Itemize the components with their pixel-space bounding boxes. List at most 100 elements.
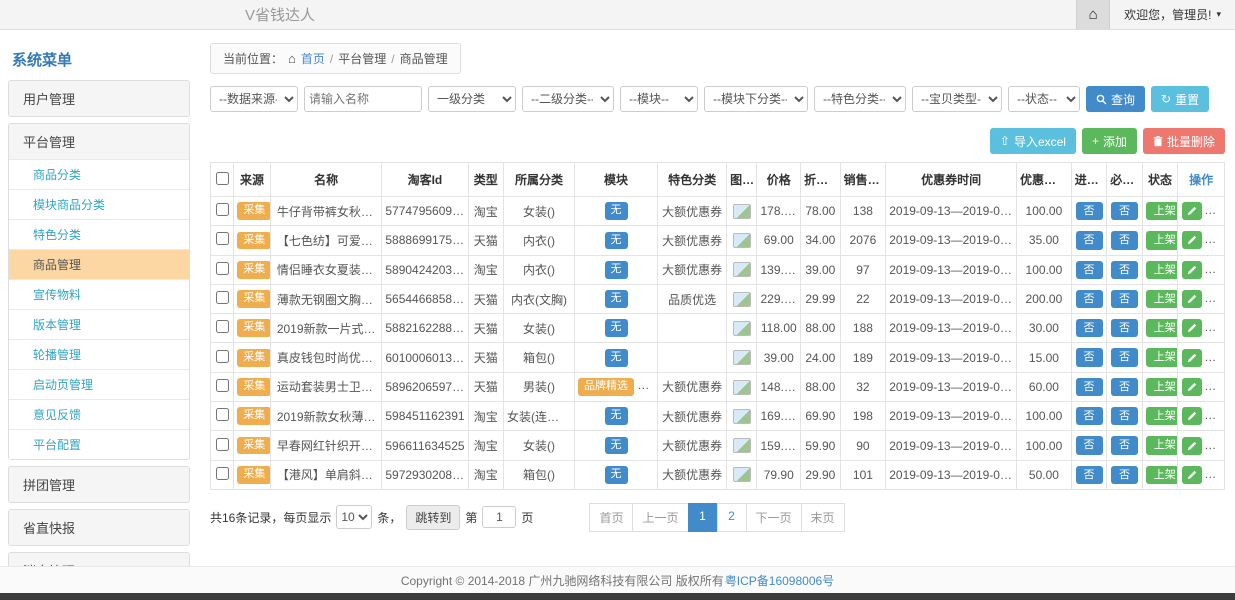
page-button-next[interactable]: 下一页 <box>746 503 802 532</box>
page-button-last[interactable]: 末页 <box>801 503 845 532</box>
row-checkbox[interactable] <box>216 379 229 392</box>
import-excel-button[interactable]: ⇧ 导入excel <box>990 128 1076 154</box>
level2-category-filter[interactable]: --二级分类-- <box>522 86 614 112</box>
import-select-toggle[interactable]: 否 <box>1076 407 1103 425</box>
edit-button[interactable] <box>1182 202 1202 220</box>
must-buy-toggle[interactable]: 否 <box>1111 231 1138 249</box>
module-subcategory-filter[interactable]: --模块下分类-- <box>704 86 808 112</box>
edit-button[interactable] <box>1182 407 1202 425</box>
import-select-toggle[interactable]: 否 <box>1076 348 1103 366</box>
row-checkbox[interactable] <box>216 232 229 245</box>
feature-category: 大额优惠券 <box>658 226 727 255</box>
sidebar-subitem-carousel-management[interactable]: 轮播管理 <box>9 339 189 369</box>
sidebar-item-users[interactable]: 用户管理 <box>9 81 189 116</box>
must-buy-toggle[interactable]: 否 <box>1111 378 1138 396</box>
import-select-toggle[interactable]: 否 <box>1076 231 1103 249</box>
must-buy-toggle[interactable]: 否 <box>1111 319 1138 337</box>
edit-button[interactable] <box>1182 231 1202 249</box>
column-header: 模块 <box>574 163 657 197</box>
data-source-filter[interactable]: --数据来源-- <box>210 86 298 112</box>
sidebar-subitem-goods-category[interactable]: 商品分类 <box>9 159 189 189</box>
page-button-first[interactable]: 首页 <box>589 503 633 532</box>
user-menu[interactable]: 欢迎您，管理员! ▾ <box>1110 6 1235 23</box>
edit-button[interactable] <box>1182 437 1202 455</box>
search-button[interactable]: 查询 <box>1086 86 1145 112</box>
sidebar-item-express[interactable]: 省直快报 <box>9 510 189 545</box>
import-select-toggle[interactable]: 否 <box>1076 261 1103 279</box>
page-button-page-2[interactable]: 2 <box>717 503 747 532</box>
row-checkbox[interactable] <box>216 203 229 216</box>
import-select-toggle[interactable]: 否 <box>1076 378 1103 396</box>
row-checkbox[interactable] <box>216 320 229 333</box>
edit-button[interactable] <box>1182 319 1202 337</box>
operations-cell <box>1178 197 1225 226</box>
edit-button[interactable] <box>1182 290 1202 308</box>
must-buy-toggle[interactable]: 否 <box>1111 261 1138 279</box>
sidebar-item-platform[interactable]: 平台管理 <box>9 124 189 159</box>
sidebar-subitem-module-goods-category[interactable]: 模块商品分类 <box>9 189 189 219</box>
import-select-toggle[interactable]: 否 <box>1076 319 1103 337</box>
status-filter[interactable]: --状态-- <box>1008 86 1080 112</box>
status-button[interactable]: 上架 <box>1146 348 1178 366</box>
import-select-toggle[interactable]: 否 <box>1076 436 1103 454</box>
add-button[interactable]: + 添加 <box>1082 128 1137 154</box>
must-buy-toggle[interactable]: 否 <box>1111 348 1138 366</box>
edit-button[interactable] <box>1182 349 1202 367</box>
status-button[interactable]: 上架 <box>1146 231 1178 249</box>
must-buy-toggle[interactable]: 否 <box>1111 436 1138 454</box>
sidebar-subitem-promo-materials[interactable]: 宣传物料 <box>9 279 189 309</box>
page-number-input[interactable] <box>482 506 516 528</box>
sidebar-subitem-goods-management[interactable]: 商品管理 <box>9 249 189 279</box>
import-select-toggle[interactable]: 否 <box>1076 466 1103 484</box>
status-button[interactable]: 上架 <box>1146 319 1178 337</box>
level1-category-filter[interactable]: 一级分类 <box>428 86 516 112</box>
breadcrumb: 当前位置： ⌂ 首页 / 平台管理 / 商品管理 <box>210 43 461 74</box>
edit-button[interactable] <box>1182 261 1202 279</box>
feature-category-filter[interactable]: --特色分类-- <box>814 86 906 112</box>
name-search-input[interactable] <box>304 86 422 112</box>
row-checkbox[interactable] <box>216 408 229 421</box>
status-button[interactable]: 上架 <box>1146 202 1178 220</box>
status-button[interactable]: 上架 <box>1146 378 1178 396</box>
column-header: 淘客Id <box>382 163 468 197</box>
status-button[interactable]: 上架 <box>1146 436 1178 454</box>
row-checkbox[interactable] <box>216 350 229 363</box>
product-type-filter[interactable]: --宝贝类型-- <box>912 86 1002 112</box>
status-button[interactable]: 上架 <box>1146 466 1178 484</box>
module-filter[interactable]: --模块-- <box>620 86 698 112</box>
must-buy-toggle[interactable]: 否 <box>1111 202 1138 220</box>
select-all-checkbox[interactable] <box>216 172 229 185</box>
page-size-select[interactable]: 10 <box>336 505 372 529</box>
page-button-page-1[interactable]: 1 <box>688 503 718 532</box>
edit-button[interactable] <box>1182 466 1202 484</box>
sidebar-subitem-feedback[interactable]: 意见反馈 <box>9 399 189 429</box>
sidebar-item-group-buy[interactable]: 拼团管理 <box>9 467 189 502</box>
home-button[interactable]: ⌂ <box>1076 0 1110 29</box>
status-button[interactable]: 上架 <box>1146 261 1178 279</box>
status-button[interactable]: 上架 <box>1146 407 1178 425</box>
row-checkbox[interactable] <box>216 262 229 275</box>
breadcrumb-home-link[interactable]: 首页 <box>301 50 325 67</box>
must-buy-toggle[interactable]: 否 <box>1111 290 1138 308</box>
row-checkbox[interactable] <box>216 467 229 480</box>
source-cell: 采集 <box>234 226 271 255</box>
jump-to-button[interactable]: 跳转到 <box>406 505 460 530</box>
row-checkbox[interactable] <box>216 291 229 304</box>
import-select-toggle[interactable]: 否 <box>1076 290 1103 308</box>
sidebar-subitem-feature-category[interactable]: 特色分类 <box>9 219 189 249</box>
page-button-prev[interactable]: 上一页 <box>632 503 688 532</box>
sidebar-subitem-splash-management[interactable]: 启动页管理 <box>9 369 189 399</box>
must-buy-toggle[interactable]: 否 <box>1111 466 1138 484</box>
sidebar-subitem-platform-config[interactable]: 平台配置 <box>9 429 189 459</box>
reset-button[interactable]: ↻ 重置 <box>1151 86 1209 112</box>
feature-category: 大额优惠券 <box>658 460 727 489</box>
edit-button[interactable] <box>1182 378 1202 396</box>
import-select-toggle[interactable]: 否 <box>1076 202 1103 220</box>
must-buy-toggle[interactable]: 否 <box>1111 407 1138 425</box>
import-excel-label: 导入excel <box>1014 133 1066 150</box>
batch-delete-button[interactable]: 批量删除 <box>1143 128 1225 154</box>
icp-link[interactable]: 粤ICP备16098006号 <box>725 572 834 589</box>
sidebar-subitem-version-management[interactable]: 版本管理 <box>9 309 189 339</box>
row-checkbox[interactable] <box>216 438 229 451</box>
status-button[interactable]: 上架 <box>1146 290 1178 308</box>
